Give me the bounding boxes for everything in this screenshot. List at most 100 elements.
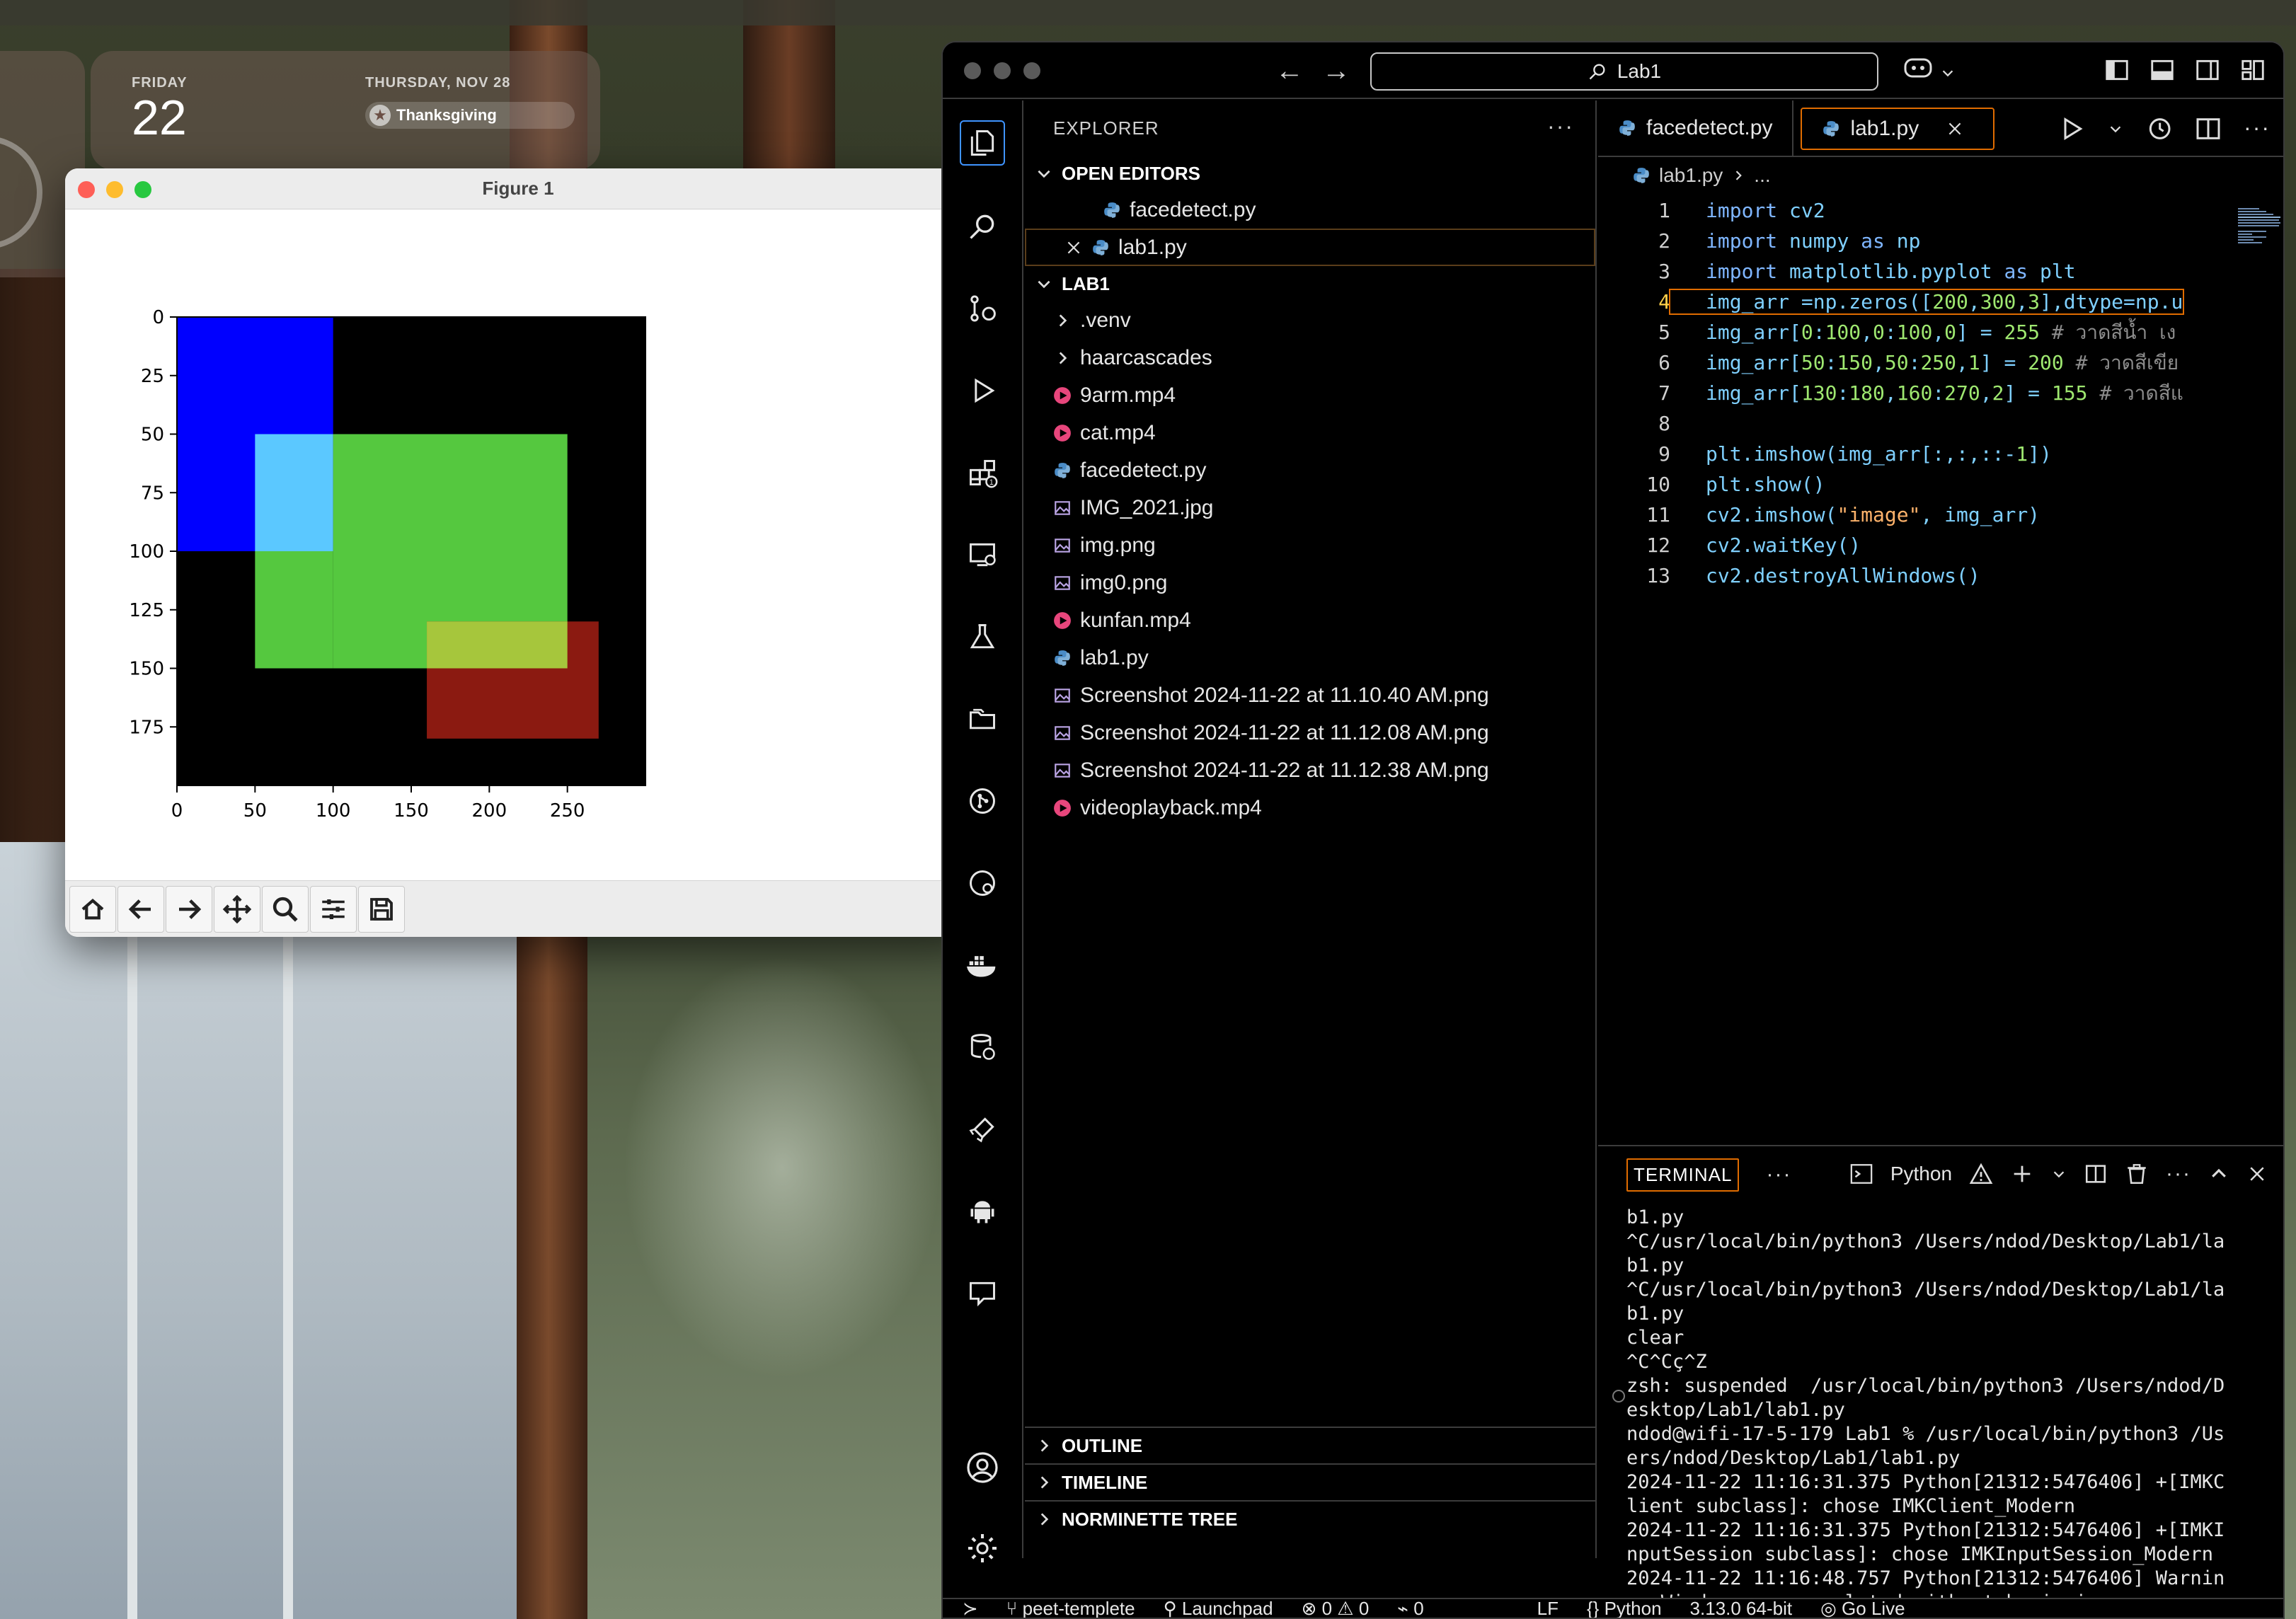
go-live-status[interactable]: ◎ Go Live: [1820, 1599, 1905, 1618]
comments-activity-button[interactable]: [960, 1271, 1005, 1316]
language-status[interactable]: {} Python: [1587, 1599, 1662, 1618]
minimize-window-button[interactable]: [106, 181, 123, 198]
file-item[interactable]: Screenshot 2024-11-22 at 11.12.38 AM.png: [1025, 751, 1595, 789]
code-line[interactable]: 4 img_arr =np.zeros([200,300,3],dtype=np.…: [1598, 287, 2283, 317]
pan-button[interactable]: [214, 885, 260, 933]
close-icon[interactable]: [1946, 120, 1964, 138]
close-icon[interactable]: [2246, 1162, 2268, 1186]
command-center-search[interactable]: Lab1: [1370, 52, 1878, 91]
code-line[interactable]: 2 import numpy as np: [1598, 226, 2283, 256]
source-control-activity-button[interactable]: [960, 286, 1005, 331]
file-item[interactable]: Screenshot 2024-11-22 at 11.10.40 AM.png: [1025, 676, 1595, 714]
extensions-activity-button[interactable]: 1: [960, 450, 1005, 495]
image-plot[interactable]: 0 50 100 150 200 250 0 25 50 75 100 125 150 175: [65, 209, 971, 880]
rocket-activity-button[interactable]: [960, 1107, 1005, 1152]
figure-window[interactable]: Figure 1 0 50 100 150 200 250 0 25 50 75 100 125 150…: [65, 168, 971, 937]
more-actions-icon[interactable]: ···: [1766, 1163, 1791, 1187]
file-item[interactable]: videoplayback.mp4: [1025, 789, 1595, 826]
code-line[interactable]: 3 import matplotlib.pyplot as plt: [1598, 256, 2283, 287]
code-line[interactable]: 10 plt.show(): [1598, 469, 2283, 500]
zoom-window-button[interactable]: [134, 181, 151, 198]
editor-area[interactable]: facedetect.py lab1.py ··· lab1.py ... 1 i…: [1598, 100, 2285, 1145]
remote-indicator-icon[interactable]: ≻: [963, 1599, 978, 1618]
folder-item[interactable]: haarcascades: [1025, 339, 1595, 376]
history-icon[interactable]: [2145, 115, 2173, 143]
file-item[interactable]: kunfan.mp4: [1025, 601, 1595, 639]
zoom-button[interactable]: [262, 885, 309, 933]
terminal-panel[interactable]: TERMINAL ··· Python ··· b1.py ^C/usr/loca…: [1598, 1145, 2283, 1618]
code-line[interactable]: 1 import cv2: [1598, 195, 2283, 226]
figure-titlebar[interactable]: Figure 1: [65, 168, 971, 209]
more-actions-icon[interactable]: ···: [2244, 115, 2271, 143]
file-item[interactable]: Screenshot 2024-11-22 at 11.12.08 AM.png: [1025, 714, 1595, 751]
accounts-activity-button[interactable]: [960, 1445, 1005, 1490]
explorer-activity-button[interactable]: [960, 120, 1005, 166]
zoom-window-button[interactable]: [1023, 62, 1040, 79]
code-line[interactable]: 8: [1598, 408, 2283, 439]
go-back-icon[interactable]: ←: [1275, 55, 1304, 87]
calendar-event[interactable]: ★ Thanksgiving: [365, 102, 575, 129]
android-activity-button[interactable]: [960, 1189, 1005, 1234]
close-window-button[interactable]: [964, 62, 981, 79]
toggle-panel-icon[interactable]: [2149, 57, 2176, 83]
code-line[interactable]: 11 cv2.imshow("image", img_arr): [1598, 500, 2283, 530]
launchpad-status[interactable]: ⚲ Launchpad: [1164, 1599, 1273, 1618]
chevron-down-icon[interactable]: [2108, 115, 2123, 143]
eol-status[interactable]: LF: [1537, 1599, 1559, 1618]
terminal-shell-label[interactable]: Python: [1890, 1163, 1952, 1185]
file-item[interactable]: facedetect.py: [1025, 451, 1595, 489]
git-graph-activity-button[interactable]: [960, 778, 1005, 824]
code-line[interactable]: 6 img_arr[50:150,50:250,1] = 200 # วาดสีเ…: [1598, 347, 2283, 378]
home-button[interactable]: [69, 885, 116, 933]
git-history-activity-button[interactable]: [960, 860, 1005, 906]
docker-activity-button[interactable]: [960, 943, 1005, 988]
breadcrumb-symbol[interactable]: ...: [1754, 164, 1770, 187]
vscode-window[interactable]: ← → Lab1 1 EXPLORER ··· OPEN EDITORS fac…: [941, 41, 2285, 1619]
split-terminal-icon[interactable]: [2084, 1162, 2108, 1186]
code-line[interactable]: 12 cv2.waitKey(): [1598, 530, 2283, 560]
chevron-down-icon[interactable]: [2051, 1162, 2067, 1186]
breadcrumb-file[interactable]: lab1.py: [1659, 164, 1723, 187]
toggle-primary-sidebar-icon[interactable]: [2103, 57, 2130, 83]
open-editors-section[interactable]: OPEN EDITORS: [1025, 156, 1595, 191]
run-python-file-icon[interactable]: [2058, 115, 2087, 143]
code-line[interactable]: 5 img_arr[0:100,0:100,0] = 255 # วาดสีน้ำ…: [1598, 317, 2283, 347]
tab-terminal[interactable]: TERMINAL: [1626, 1158, 1740, 1192]
norminette-tree-section[interactable]: NORMINETTE TREE: [1025, 1500, 1595, 1537]
configure-button[interactable]: [310, 885, 357, 933]
branch-status[interactable]: ⑂ peet-templete: [1006, 1599, 1135, 1618]
close-window-button[interactable]: [78, 181, 95, 198]
search-activity-button[interactable]: [960, 204, 1005, 249]
save-button[interactable]: [358, 885, 405, 933]
file-item[interactable]: lab1.py: [1025, 639, 1595, 676]
more-actions-icon[interactable]: ···: [1547, 113, 1574, 139]
split-editor-icon[interactable]: [2194, 115, 2222, 143]
file-item[interactable]: IMG_2021.jpg: [1025, 489, 1595, 526]
folder-item[interactable]: .venv: [1025, 301, 1595, 339]
minimize-window-button[interactable]: [994, 62, 1011, 79]
customize-layout-icon[interactable]: [2239, 57, 2266, 83]
testing-activity-button[interactable]: [960, 614, 1005, 659]
code-line[interactable]: 13 cv2.destroyAllWindows(): [1598, 560, 2283, 591]
minimap[interactable]: [2235, 207, 2285, 249]
terminal-output[interactable]: b1.py ^C/usr/local/bin/python3 /Users/ndo…: [1626, 1206, 2263, 1615]
trash-icon[interactable]: [2125, 1162, 2149, 1186]
file-item[interactable]: img0.png: [1025, 564, 1595, 601]
more-actions-icon[interactable]: ···: [2166, 1162, 2191, 1186]
tab-facedetect[interactable]: facedetect.py: [1598, 100, 1794, 156]
back-button[interactable]: [117, 885, 164, 933]
forward-button[interactable]: [166, 885, 212, 933]
open-editor-item[interactable]: lab1.py: [1025, 229, 1595, 266]
close-icon[interactable]: [1064, 238, 1083, 257]
code-line[interactable]: 9 plt.imshow(img_arr[:,:,::-1]): [1598, 439, 2283, 469]
project-manager-activity-button[interactable]: [960, 696, 1005, 742]
figure-canvas[interactable]: 0 50 100 150 200 250 0 25 50 75 100 125 150 175: [65, 209, 971, 880]
folder-section[interactable]: LAB1: [1025, 266, 1595, 301]
copilot-menu[interactable]: [1902, 55, 1956, 87]
file-item[interactable]: img.png: [1025, 526, 1595, 564]
vscode-titlebar[interactable]: ← → Lab1: [943, 42, 2283, 99]
timeline-section[interactable]: TIMELINE: [1025, 1463, 1595, 1500]
remote-explorer-activity-button[interactable]: [960, 532, 1005, 577]
run-debug-activity-button[interactable]: [960, 368, 1005, 413]
outline-section[interactable]: OUTLINE: [1025, 1427, 1595, 1463]
